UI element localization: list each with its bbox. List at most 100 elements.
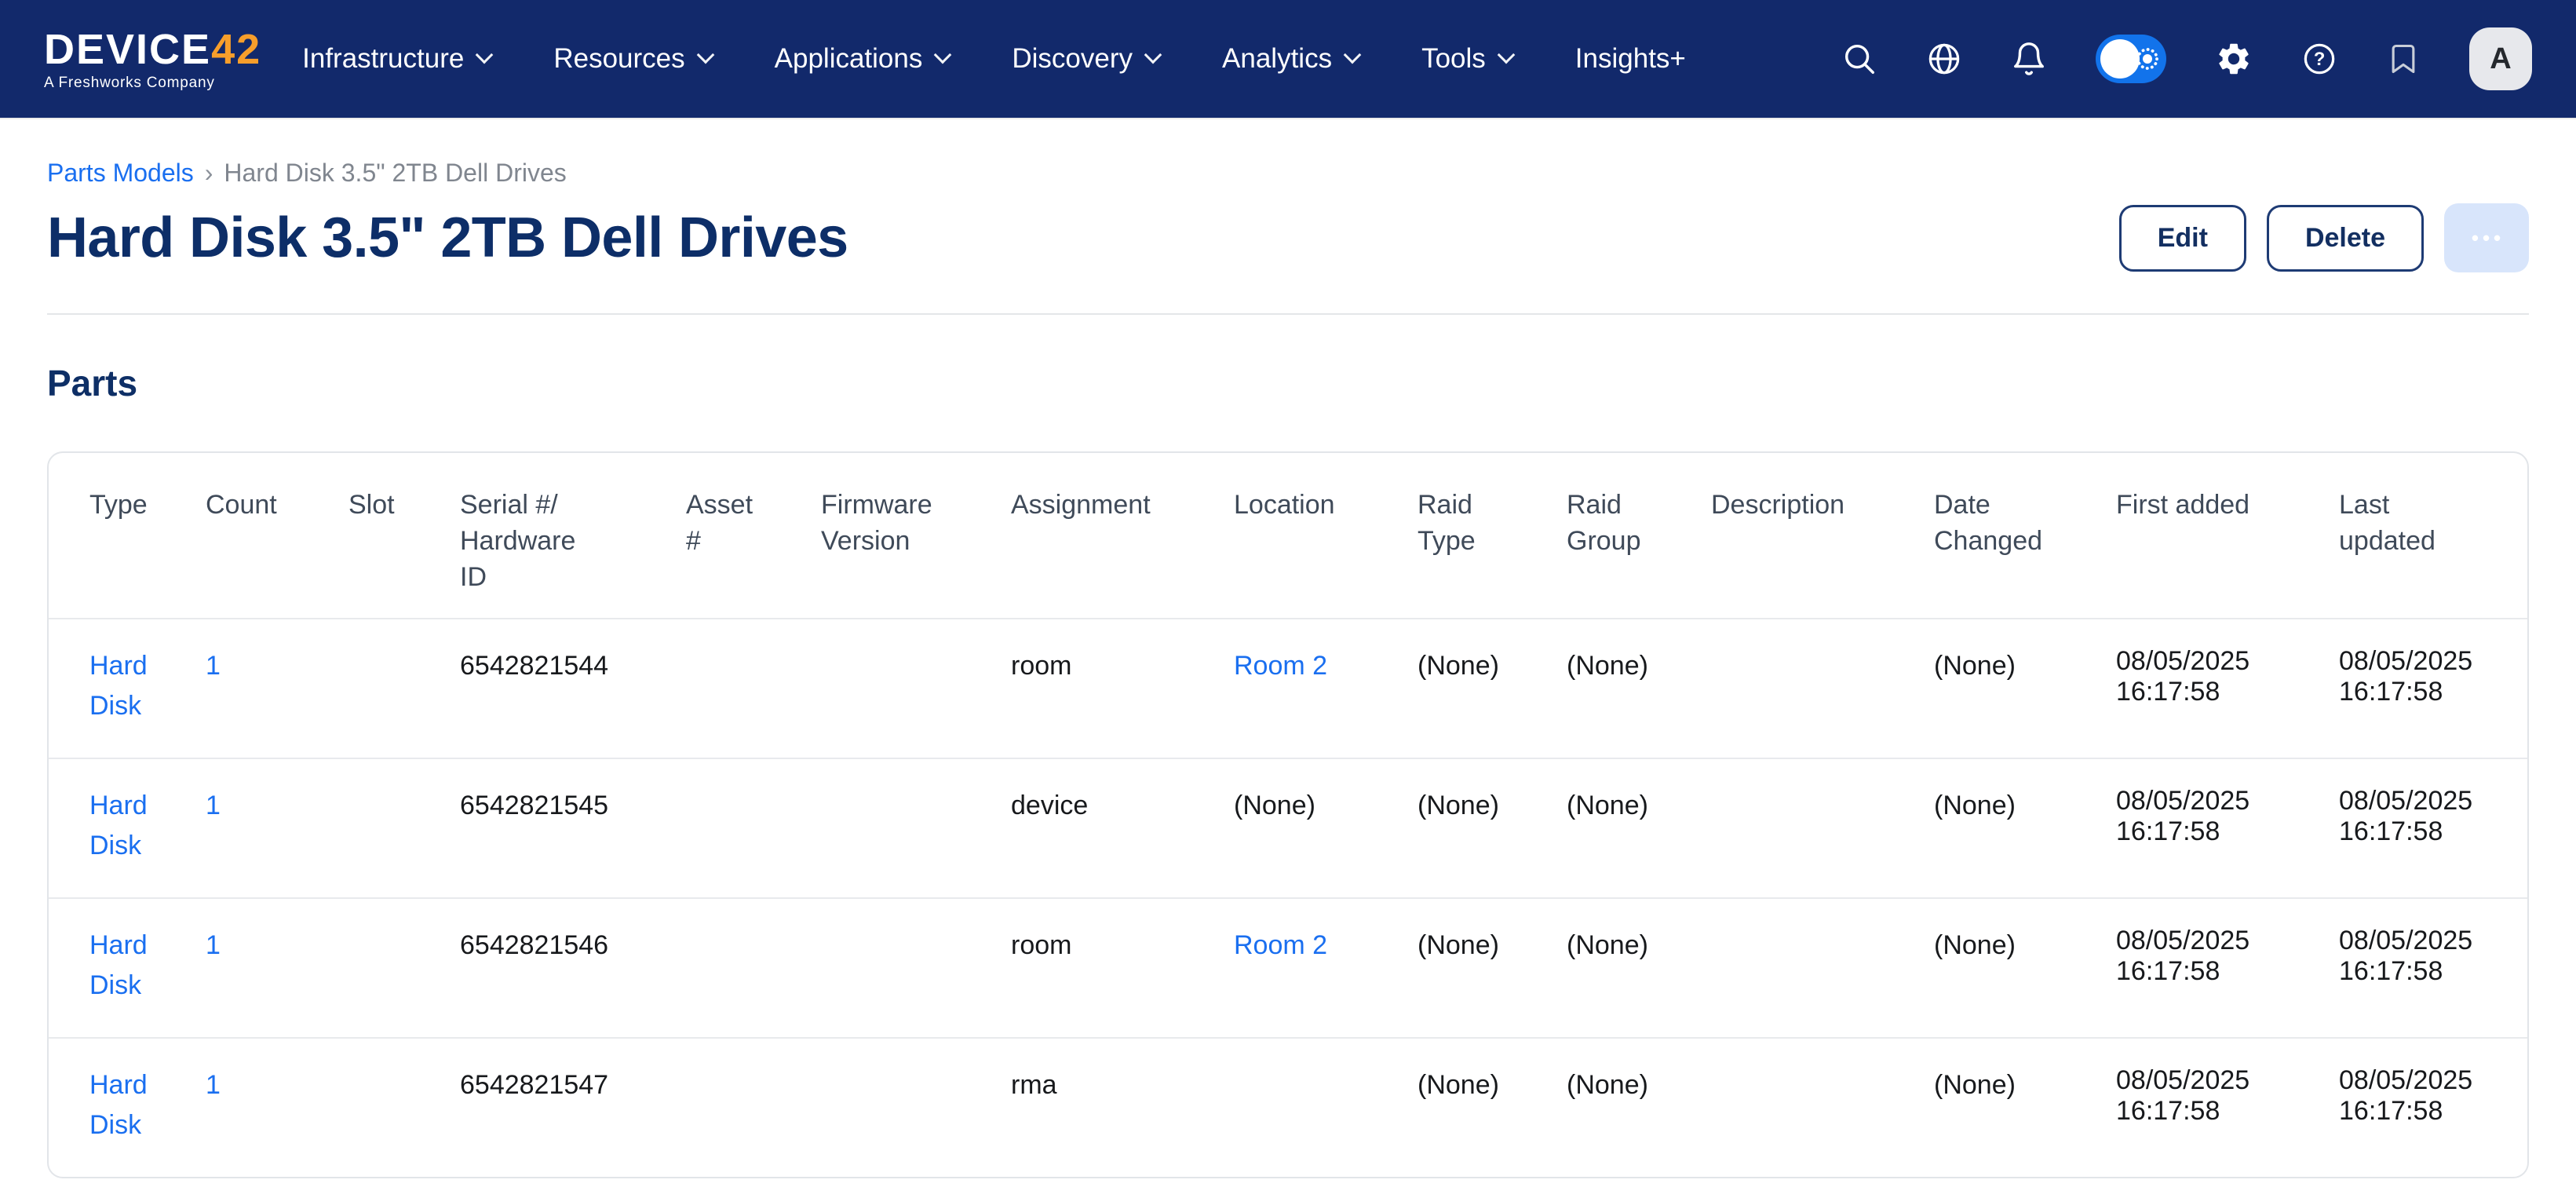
count-link[interactable]: 1 xyxy=(206,1070,221,1100)
toggle-knob xyxy=(2100,39,2140,79)
column-header-assignment: Assignment xyxy=(1011,453,1234,619)
nav-menu-infrastructure[interactable]: Infrastructure xyxy=(302,43,491,75)
first-added-value: 08/05/2025 16:17:58 xyxy=(2116,1065,2249,1126)
help-icon[interactable]: ? xyxy=(2301,41,2337,77)
settings-gear-icon[interactable] xyxy=(2215,40,2253,78)
assignment-value: rma xyxy=(1011,1070,1057,1100)
chevron-down-icon xyxy=(1344,46,1362,64)
raid-group-value: (None) xyxy=(1567,1070,1648,1100)
date-changed-value: (None) xyxy=(1934,1070,2016,1100)
nav-menu-discovery[interactable]: Discovery xyxy=(1012,43,1159,75)
date-changed-value: (None) xyxy=(1934,930,2016,960)
brand-42: 42 xyxy=(211,28,261,71)
date-changed-value: (None) xyxy=(1934,651,2016,681)
table-row: Hard Disk16542821547rma(None)(None)(None… xyxy=(49,1038,2527,1177)
chevron-down-icon xyxy=(1497,46,1515,64)
chevron-down-icon xyxy=(934,46,952,64)
type-link[interactable]: Hard Disk xyxy=(89,651,148,721)
parts-table: TypeCountSlotSerial #/ Hardware IDAsset … xyxy=(49,453,2527,1177)
last-updated-value: 08/05/2025 16:17:58 xyxy=(2339,646,2472,707)
location-link[interactable]: Room 2 xyxy=(1234,651,1327,681)
brand-tagline: A Freshworks Company xyxy=(44,75,261,90)
bookmark-icon[interactable] xyxy=(2386,42,2421,76)
cell-asset xyxy=(686,898,821,1038)
assignment-value: room xyxy=(1011,651,1071,681)
column-header-slot: Slot xyxy=(348,453,460,619)
count-link[interactable]: 1 xyxy=(206,791,221,820)
nav-menu-analytics[interactable]: Analytics xyxy=(1222,43,1359,75)
raid-group-value: (None) xyxy=(1567,791,1648,820)
nav-menu-insights[interactable]: Insights+ xyxy=(1575,43,1686,75)
raid-type-value: (None) xyxy=(1418,791,1499,820)
nav-menu-resources[interactable]: Resources xyxy=(553,43,711,75)
breadcrumb-separator: › xyxy=(205,159,213,188)
cell-description xyxy=(1711,758,1934,898)
cell-first-added: 08/05/2025 16:17:58 xyxy=(2116,758,2339,898)
cell-location: Room 2 xyxy=(1234,898,1418,1038)
nav-menu-label: Applications xyxy=(775,43,923,75)
last-updated-value: 08/05/2025 16:17:58 xyxy=(2339,1065,2472,1126)
delete-button[interactable]: Delete xyxy=(2267,205,2424,272)
edit-button[interactable]: Edit xyxy=(2119,205,2246,272)
nav-menu-label: Analytics xyxy=(1222,43,1332,75)
title-row: Hard Disk 3.5" 2TB Dell Drives Edit Dele… xyxy=(47,203,2529,272)
type-link[interactable]: Hard Disk xyxy=(89,1070,148,1140)
breadcrumb-parts-models-link[interactable]: Parts Models xyxy=(47,159,194,188)
device42-logo[interactable]: DEVICE 42 A Freshworks Company xyxy=(44,28,261,90)
cell-location: (None) xyxy=(1234,758,1418,898)
first-added-value: 08/05/2025 16:17:58 xyxy=(2116,926,2249,986)
cell-type: Hard Disk xyxy=(49,1038,206,1177)
nav-menu-label: Infrastructure xyxy=(302,43,464,75)
cell-raid-group: (None) xyxy=(1567,898,1711,1038)
nav-menu-applications[interactable]: Applications xyxy=(775,43,950,75)
type-link[interactable]: Hard Disk xyxy=(89,791,148,860)
raid-group-value: (None) xyxy=(1567,651,1648,681)
globe-icon[interactable] xyxy=(1926,41,1962,77)
cell-type: Hard Disk xyxy=(49,898,206,1038)
cell-serial: 6542821545 xyxy=(460,758,686,898)
cell-date-changed: (None) xyxy=(1934,898,2116,1038)
location-link[interactable]: Room 2 xyxy=(1234,930,1327,960)
type-link[interactable]: Hard Disk xyxy=(89,930,148,1000)
cell-description xyxy=(1711,619,1934,758)
notifications-bell-icon[interactable] xyxy=(2011,41,2047,77)
cell-firmware xyxy=(821,619,1011,758)
user-avatar[interactable]: A xyxy=(2469,27,2532,90)
cell-raid-group: (None) xyxy=(1567,1038,1711,1177)
raid-type-value: (None) xyxy=(1418,930,1499,960)
cell-date-changed: (None) xyxy=(1934,1038,2116,1177)
nav-menu-label: Discovery xyxy=(1012,43,1133,75)
table-row: Hard Disk 1 6542821546 room Room 2 (None) (Non… xyxy=(49,898,2527,1038)
cell-last-updated: 08/05/2025 16:17:58 xyxy=(2339,898,2527,1038)
column-header-raid-type: Raid Type xyxy=(1418,453,1567,619)
breadcrumb-current: Hard Disk 3.5" 2TB Dell Drives xyxy=(224,159,566,188)
cell-assignment: device xyxy=(1011,758,1234,898)
table-body: Hard Disk16542821544roomRoom 2(None)(Non… xyxy=(49,619,2527,1177)
serial-value: 6542821545 xyxy=(460,791,608,820)
page-title: Hard Disk 3.5" 2TB Dell Drives xyxy=(47,206,848,270)
cell-first-added: 08/05/2025 16:17:58 xyxy=(2116,619,2339,758)
count-link[interactable]: 1 xyxy=(206,651,221,681)
assignment-value: room xyxy=(1011,930,1071,960)
column-header-date-changed: Date Changed xyxy=(1934,453,2116,619)
serial-value: 6542821546 xyxy=(460,930,608,960)
cell-raid-type: (None) xyxy=(1418,898,1567,1038)
search-icon[interactable] xyxy=(1841,41,1877,77)
first-added-value: 08/05/2025 16:17:58 xyxy=(2116,646,2249,707)
chevron-down-icon xyxy=(1144,46,1162,64)
cell-last-updated: 08/05/2025 16:17:58 xyxy=(2339,1038,2527,1177)
more-actions-button[interactable]: ••• xyxy=(2444,203,2529,272)
cell-raid-type: (None) xyxy=(1418,1038,1567,1177)
cell-description xyxy=(1711,1038,1934,1177)
raid-type-value: (None) xyxy=(1418,1070,1499,1100)
cell-asset xyxy=(686,758,821,898)
section-divider xyxy=(47,313,2529,315)
theme-toggle[interactable] xyxy=(2096,35,2166,83)
column-header-last-updated: Last updated xyxy=(2339,453,2527,619)
cell-raid-type: (None) xyxy=(1418,619,1567,758)
count-link[interactable]: 1 xyxy=(206,930,221,960)
table-header-row: TypeCountSlotSerial #/ Hardware IDAsset … xyxy=(49,453,2527,619)
nav-menu-tools[interactable]: Tools xyxy=(1421,43,1512,75)
brand-device: DEVICE xyxy=(44,28,211,71)
main-content: Parts Models › Hard Disk 3.5" 2TB Dell D… xyxy=(0,159,2576,1178)
